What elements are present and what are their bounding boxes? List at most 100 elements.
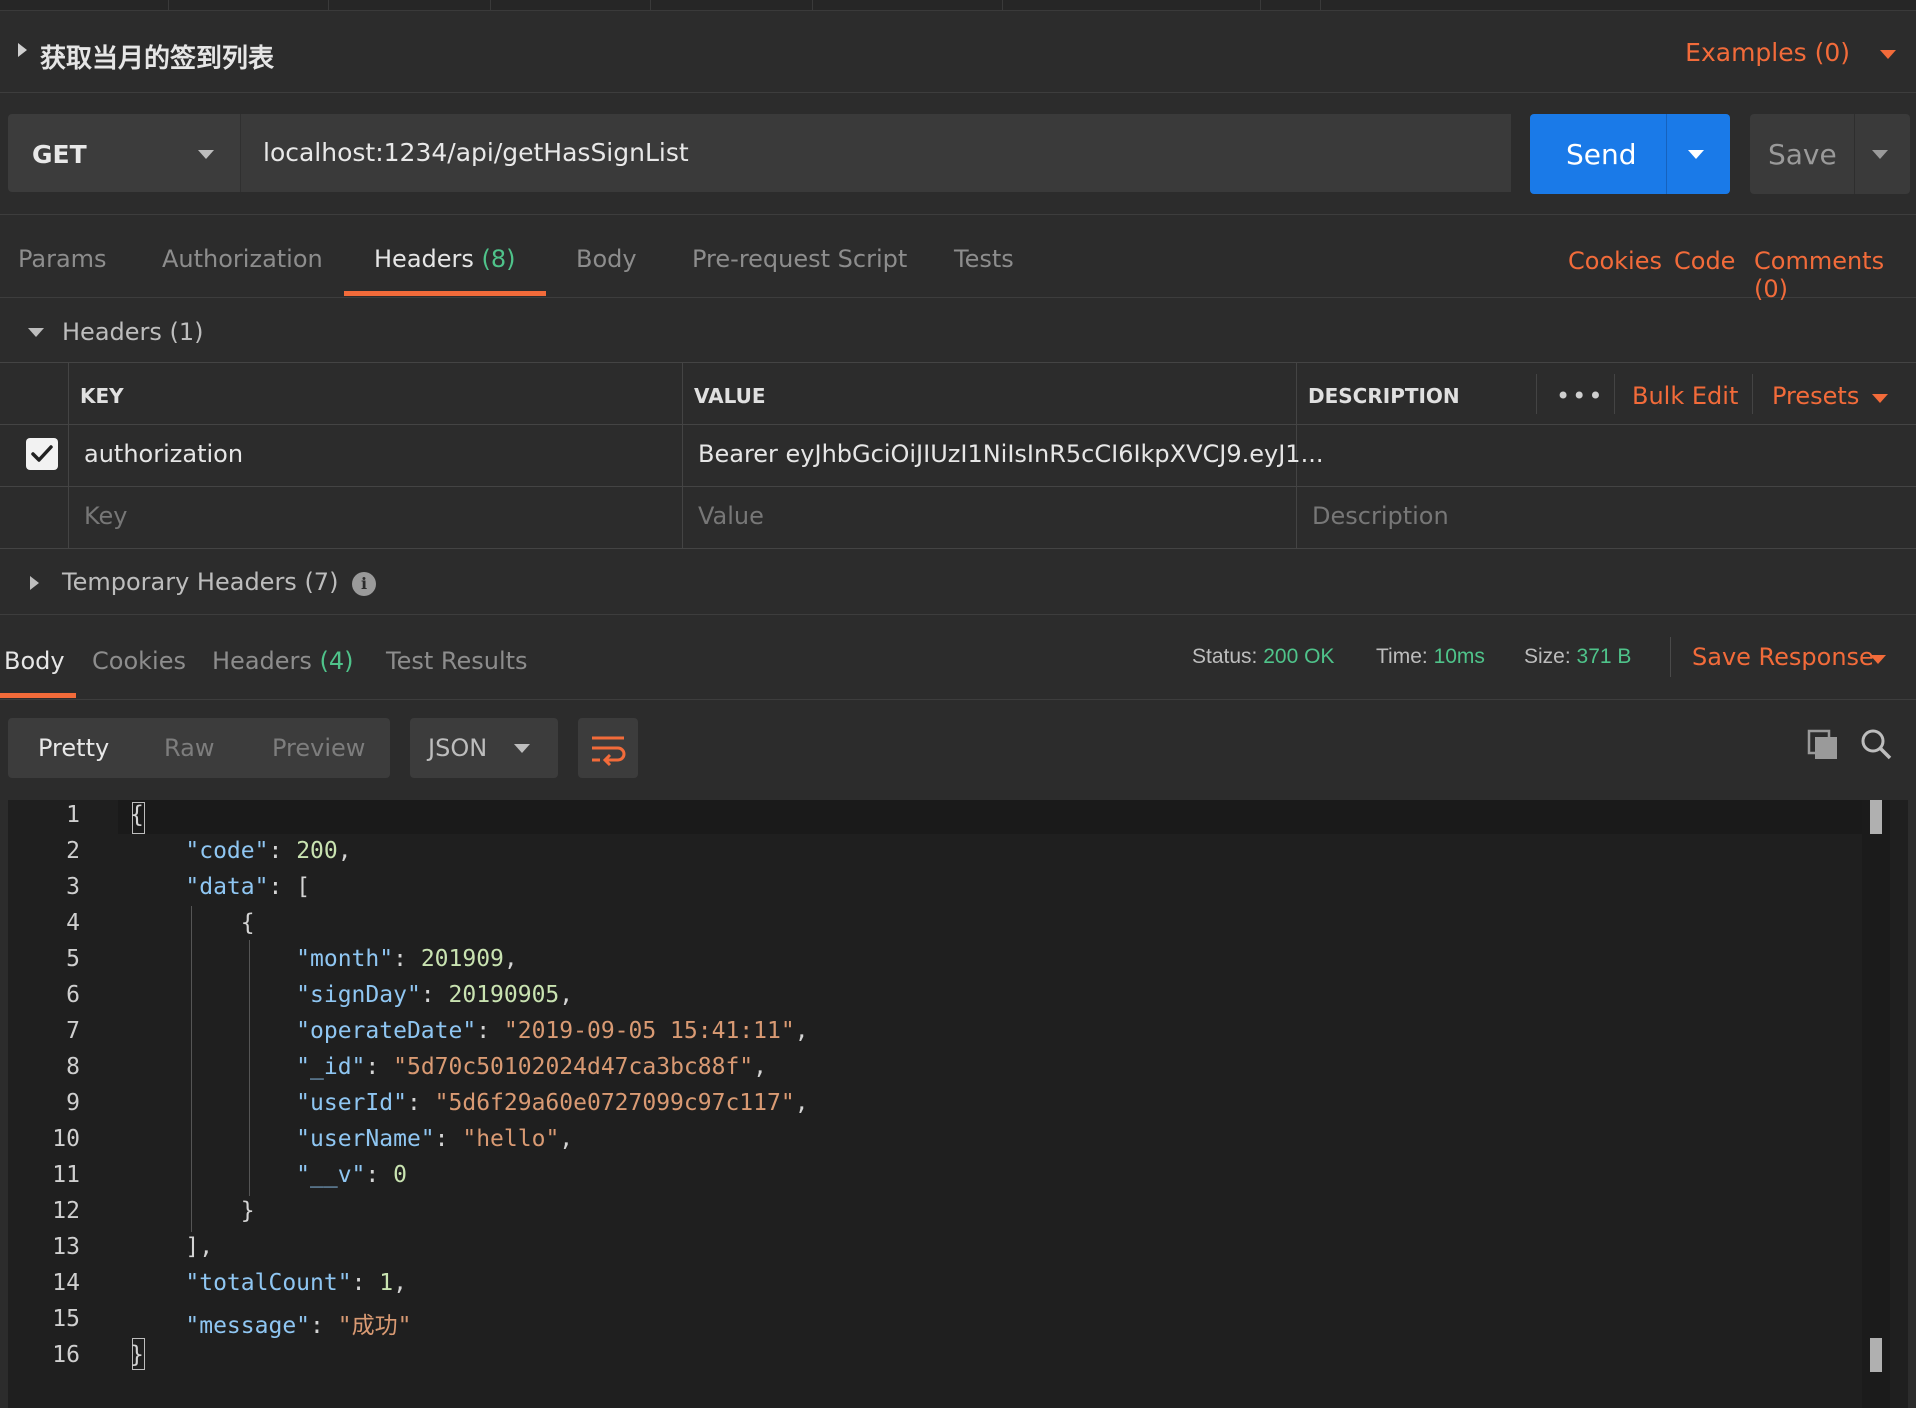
- header-key-cell[interactable]: authorization: [84, 440, 243, 468]
- format-select[interactable]: JSON: [410, 718, 558, 778]
- scrollbar[interactable]: [1862, 800, 1890, 1408]
- headers-section-title[interactable]: Headers (1): [62, 318, 204, 346]
- temporary-headers-title[interactable]: Temporary Headers (7): [62, 568, 338, 596]
- json-string: "5d70c50102024d47ca3bc88f": [393, 1054, 754, 1080]
- code-token: }: [130, 1342, 144, 1368]
- json-number: 0: [393, 1162, 407, 1188]
- line-number: 14: [52, 1270, 80, 1296]
- save-button[interactable]: Save: [1750, 114, 1910, 194]
- save-label: Save: [1768, 138, 1837, 171]
- url-input[interactable]: localhost:1234/api/getHasSignList: [240, 114, 1511, 192]
- wrap-lines-icon: [592, 736, 626, 767]
- tab-strip-segment[interactable]: [0, 0, 169, 10]
- send-button[interactable]: Send: [1530, 114, 1730, 194]
- tab-params[interactable]: Params: [18, 245, 107, 273]
- line-number: 4: [66, 910, 80, 936]
- line-number: 7: [66, 1018, 80, 1044]
- line-number: 9: [66, 1090, 80, 1116]
- tab-strip-segment[interactable]: [1260, 0, 1321, 10]
- response-tab-cookies[interactable]: Cookies: [92, 647, 186, 675]
- json-string: "2019-09-05 15:41:11": [503, 1018, 795, 1044]
- table-divider: [0, 486, 1916, 487]
- active-tab-indicator: [0, 693, 76, 698]
- tab-headers-count: (8): [481, 245, 516, 273]
- json-key: "month": [296, 946, 394, 972]
- search-icon[interactable]: [1858, 726, 1894, 762]
- line-number: 6: [66, 982, 80, 1008]
- method-select[interactable]: GET: [8, 114, 240, 192]
- collapse-caret-icon[interactable]: [18, 43, 27, 57]
- json-key: "data": [185, 874, 269, 900]
- json-key: "totalCount": [185, 1270, 352, 1296]
- tab-strip-segment[interactable]: [1190, 0, 1261, 10]
- json-key: "_id": [296, 1054, 366, 1080]
- time-label: Time:: [1376, 645, 1428, 668]
- json-key: "code": [185, 838, 269, 864]
- tab-strip-segment[interactable]: [168, 0, 329, 10]
- header-value-cell[interactable]: Bearer eyJhbGciOiJIUzI1NiIsInR5cCI6IkpXV…: [698, 440, 1323, 468]
- pretty-button[interactable]: Pretty: [38, 734, 109, 762]
- line-number: 3: [66, 874, 80, 900]
- header-enabled-checkbox[interactable]: [26, 438, 58, 470]
- scrollbar-thumb[interactable]: [1870, 800, 1882, 834]
- value-input[interactable]: Value: [698, 502, 764, 530]
- raw-button[interactable]: Raw: [164, 734, 214, 762]
- chevron-down-icon: [198, 150, 214, 159]
- response-headers-count: (4): [319, 647, 354, 675]
- save-response-button[interactable]: Save Response: [1692, 643, 1874, 671]
- send-options-icon[interactable]: [1688, 150, 1704, 159]
- tab-strip-segment[interactable]: [812, 0, 1003, 10]
- request-title[interactable]: 获取当月的签到列表: [40, 38, 274, 75]
- headers-collapse-icon[interactable]: [28, 328, 44, 337]
- tab-strip-segment[interactable]: [490, 0, 651, 10]
- response-body-editor[interactable]: 1 2 3 4 5 6 7 8 9 10 11 12 13 14 15 16 {…: [8, 800, 1908, 1408]
- presets-dropdown-icon[interactable]: [1872, 394, 1888, 403]
- json-key: "userId": [296, 1090, 407, 1116]
- request-tabs: Params Authorization Headers (8) Body Pr…: [0, 214, 1916, 303]
- examples-dropdown-icon[interactable]: [1880, 50, 1896, 59]
- column-divider: [68, 362, 69, 548]
- line-number: 13: [52, 1234, 80, 1260]
- response-tabs: Body Cookies Headers (4) Test Results St…: [0, 614, 1916, 700]
- tab-tests[interactable]: Tests: [954, 245, 1014, 273]
- more-options-icon[interactable]: •••: [1556, 382, 1604, 410]
- preview-button[interactable]: Preview: [272, 734, 365, 762]
- line-number: 1: [66, 802, 80, 828]
- tab-authorization[interactable]: Authorization: [162, 245, 323, 273]
- json-key: "signDay": [296, 982, 421, 1008]
- bulk-edit-button[interactable]: Bulk Edit: [1632, 382, 1738, 410]
- line-number: 16: [52, 1342, 80, 1368]
- chevron-down-icon: [514, 744, 530, 753]
- copy-icon[interactable]: [1806, 728, 1840, 762]
- code-link[interactable]: Code: [1674, 247, 1735, 275]
- url-text: localhost:1234/api/getHasSignList: [263, 138, 689, 167]
- comments-link[interactable]: Comments (0): [1754, 247, 1916, 303]
- key-input[interactable]: Key: [84, 502, 128, 530]
- tab-headers[interactable]: Headers (8): [374, 245, 516, 273]
- column-divider: [1536, 374, 1537, 414]
- save-options-icon[interactable]: [1872, 150, 1888, 159]
- column-divider: [1752, 374, 1753, 414]
- response-tab-body[interactable]: Body: [4, 647, 65, 675]
- save-response-dropdown-icon[interactable]: [1870, 655, 1886, 664]
- response-tab-test-results[interactable]: Test Results: [386, 647, 528, 675]
- wrap-lines-button[interactable]: [578, 718, 638, 778]
- size-value: 371 B: [1576, 645, 1632, 668]
- table-divider: [0, 424, 1916, 425]
- info-icon[interactable]: i: [352, 572, 376, 596]
- code-token: [: [296, 874, 311, 900]
- scrollbar-thumb[interactable]: [1870, 1338, 1882, 1372]
- tab-body[interactable]: Body: [576, 245, 637, 273]
- presets-button[interactable]: Presets: [1772, 382, 1859, 410]
- tab-strip-segment[interactable]: [328, 0, 491, 10]
- check-icon: [31, 445, 53, 462]
- active-line-highlight: [118, 800, 1878, 834]
- cookies-link[interactable]: Cookies: [1568, 247, 1662, 275]
- tab-prerequest-script[interactable]: Pre-request Script: [692, 245, 907, 273]
- tab-strip-segment[interactable]: [650, 0, 813, 10]
- response-tab-headers[interactable]: Headers (4): [212, 647, 354, 675]
- json-string: "5d6f29a60e0727099c97c117": [434, 1090, 795, 1116]
- temporary-headers-expand-icon[interactable]: [30, 576, 39, 590]
- examples-button[interactable]: Examples (0): [1685, 38, 1850, 67]
- description-input[interactable]: Description: [1312, 502, 1449, 530]
